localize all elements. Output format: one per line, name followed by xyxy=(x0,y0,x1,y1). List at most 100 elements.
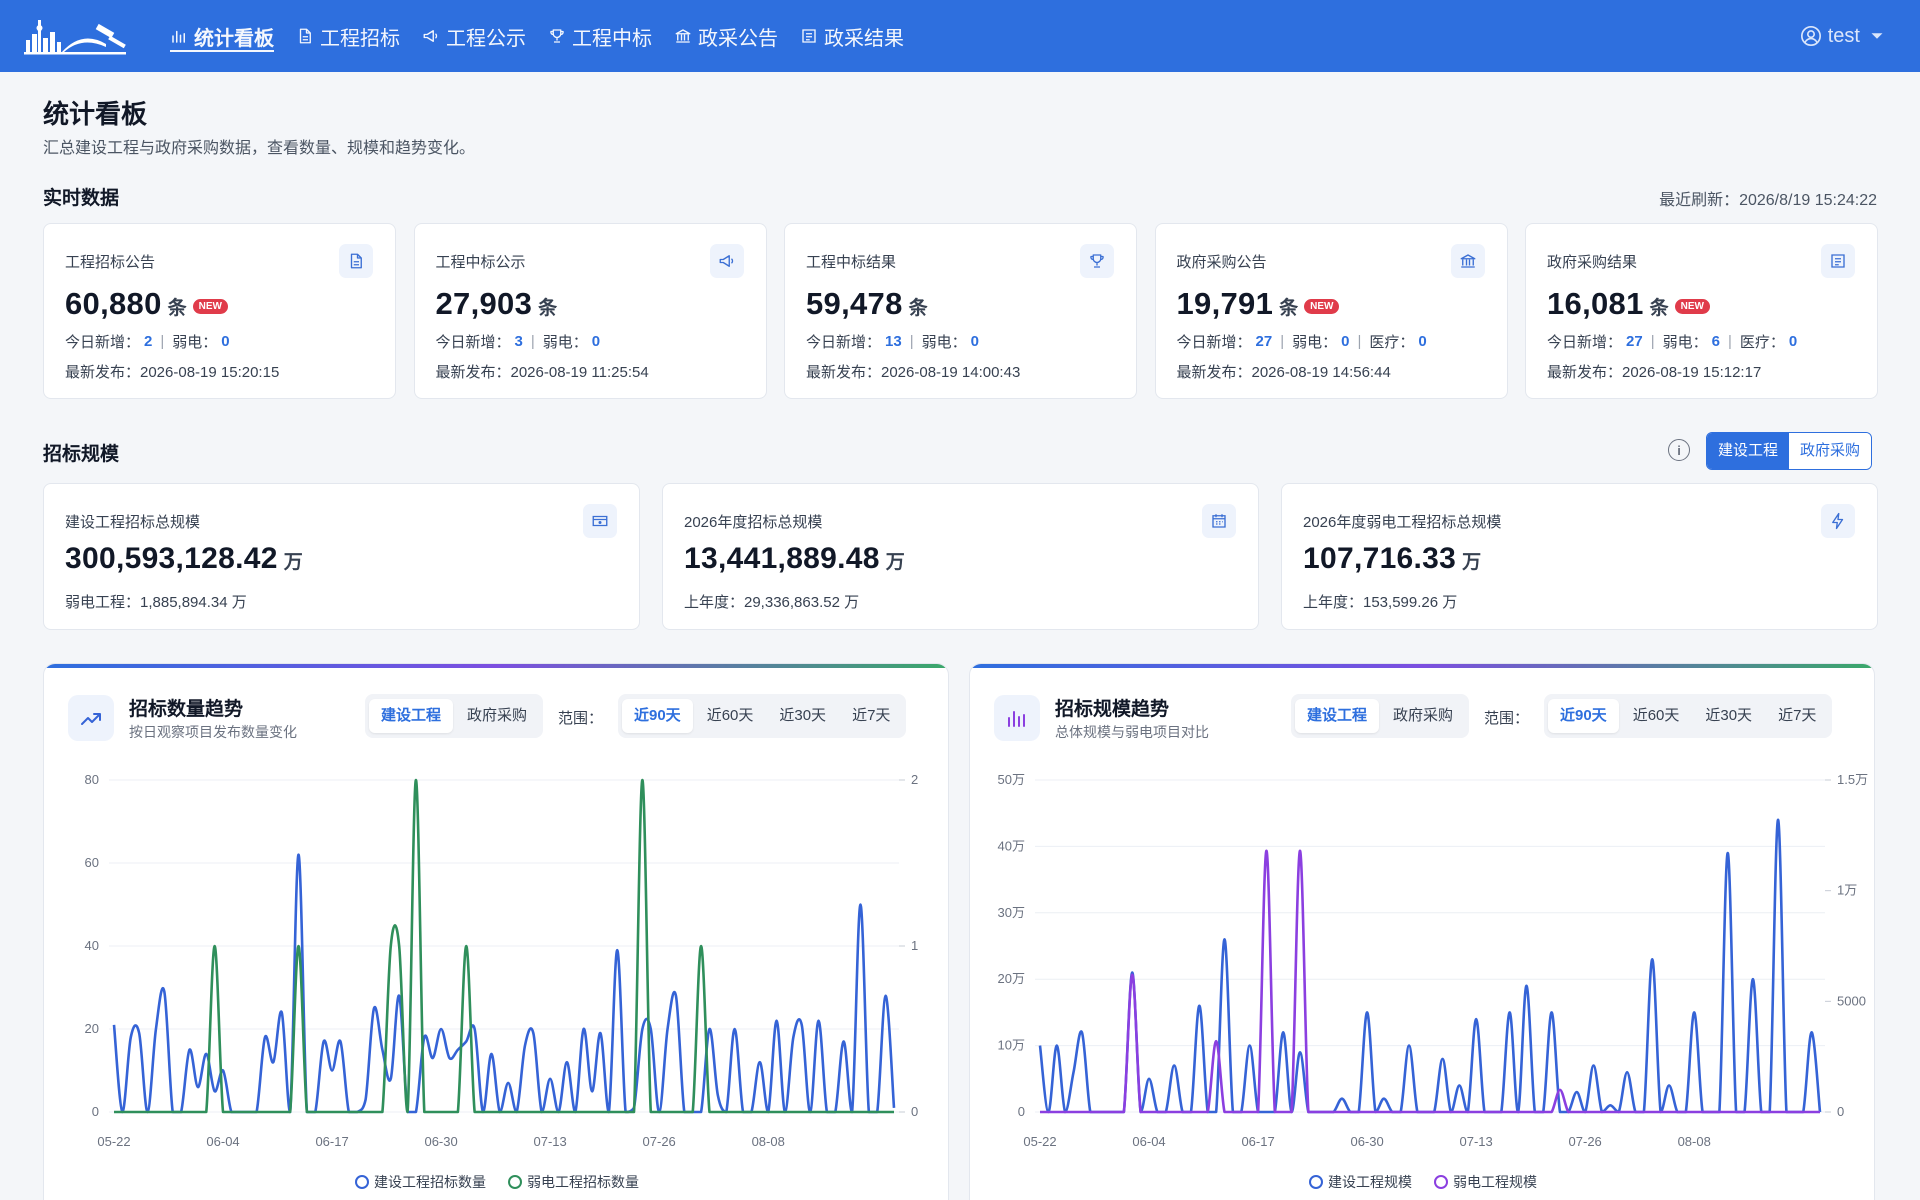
bank-icon[interactable] xyxy=(1450,244,1485,278)
user-avatar-icon xyxy=(1800,26,1821,46)
toggle-construction[interactable]: 建设工程 xyxy=(1707,433,1790,469)
series-line-0[interactable] xyxy=(1038,818,1822,1114)
y-tick-label: 0 xyxy=(92,1104,99,1119)
series-line-1[interactable] xyxy=(1040,849,1820,1114)
nav-item-5[interactable]: 政采结果 xyxy=(800,0,904,72)
trend-up-icon xyxy=(68,695,114,741)
nav-item-3[interactable]: 工程中标 xyxy=(548,0,652,72)
y2-tick-label: 1 xyxy=(911,938,918,953)
bolt-icon[interactable] xyxy=(1821,504,1855,538)
chart-type-option[interactable]: 建设工程 xyxy=(1295,699,1380,733)
range-option[interactable]: 近90天 xyxy=(622,699,693,733)
legend-item[interactable]: 弱电工程招标数量 xyxy=(508,1172,639,1192)
range-option[interactable]: 近60天 xyxy=(1621,699,1692,733)
nav-item-2[interactable]: 工程公示 xyxy=(422,0,526,72)
toggle-procurement[interactable]: 政府采购 xyxy=(1789,433,1872,469)
scale-card-1[interactable]: 2026年度招标总规模 13,441,889.48 万上年度：29,336,863.… xyxy=(662,483,1259,630)
x-tick-label: 06-30 xyxy=(1350,1134,1383,1149)
chart-type-option[interactable]: 政府采购 xyxy=(455,699,539,733)
bar-chart-icon xyxy=(994,695,1040,741)
meta-key: 弱电： xyxy=(172,334,218,351)
y2-tick-label: 0 xyxy=(911,1104,918,1119)
range-option[interactable]: 近7天 xyxy=(840,699,902,733)
stat-card-4[interactable]: 政府采购结果 16,081 条 NEW 今日新增： 27 | 弱电： 6 | 医疗： 0 最新发布：20… xyxy=(1525,223,1878,399)
scale-card-label: 建设工程招标总规模 xyxy=(65,514,201,531)
meta-separator: | xyxy=(1650,333,1655,350)
stat-card-2[interactable]: 工程中标结果 59,478 条今日新增： 13 | 弱电： 0 最新发布：2026-08-19… xyxy=(784,223,1137,399)
y2-tick-label: 2 xyxy=(911,772,918,787)
user-menu[interactable]: test xyxy=(1800,0,1888,72)
meta-value: 0 xyxy=(970,333,979,350)
legend-item[interactable]: 建设工程招标数量 xyxy=(355,1172,486,1192)
meta-value: 2 xyxy=(144,333,153,350)
meta-key: 医疗： xyxy=(1739,334,1785,351)
range-option[interactable]: 近90天 xyxy=(1548,699,1619,733)
range-option[interactable]: 近7天 xyxy=(1766,699,1828,733)
legend-marker xyxy=(355,1175,369,1189)
chart-type-option[interactable]: 政府采购 xyxy=(1381,699,1465,733)
legend-item[interactable]: 弱电工程规模 xyxy=(1434,1172,1537,1192)
nav-item-1[interactable]: 工程招标 xyxy=(296,0,400,72)
nav-item-0[interactable]: 统计看板 xyxy=(170,0,274,72)
y-tick-label: 20 xyxy=(85,1021,99,1036)
scale-card-0[interactable]: 建设工程招标总规模 300,593,128.42 万弱电工程：1,885,894.3… xyxy=(43,483,640,630)
meta-key: 弱电： xyxy=(542,334,588,351)
meta-value: 13 xyxy=(885,333,902,350)
trophy-icon[interactable] xyxy=(1080,244,1114,278)
nav-item-4[interactable]: 政采公告 xyxy=(674,0,778,72)
realtime-section-title: 实时数据 xyxy=(43,188,120,209)
scale-card-number: 13,441,889.48 xyxy=(684,542,880,575)
stat-card-1[interactable]: 工程中标公示 27,903 条今日新增： 3 | 弱电： 0 最新发布：2026-08-19 … xyxy=(413,223,767,399)
range-option[interactable]: 近30天 xyxy=(1693,699,1764,733)
x-tick-label: 07-26 xyxy=(643,1134,676,1149)
chart-type-option[interactable]: 建设工程 xyxy=(369,699,454,733)
scale-card-meta: 上年度：29,336,863.52 万 xyxy=(684,594,860,611)
stat-card-unit: 条 xyxy=(167,298,187,319)
new-badge: NEW xyxy=(1304,299,1340,314)
chart-subtitle: 按日观察项目发布数量变化 xyxy=(129,724,297,740)
chart-legend: 建设工程规模 弱电工程规模 xyxy=(970,1172,1874,1192)
stat-card-label: 政府采购结果 xyxy=(1547,254,1638,271)
legend-label: 弱电工程招标数量 xyxy=(527,1174,639,1190)
meta-value: 0 xyxy=(591,333,601,350)
stat-card-3[interactable]: 政府采购公告 19,791 条 NEW 今日新增： 27 | 弱电： 0 | 医疗： 0 最新发布：20… xyxy=(1154,223,1508,399)
line-chart: 0 20 40 60 80 0 1 2 05-22 06-04 06-17 06-30 07-13 07-… xyxy=(85,772,919,1149)
legend-item[interactable]: 建设工程规模 xyxy=(1309,1172,1412,1192)
nav-item-label: 工程公示 xyxy=(446,27,526,50)
range-option[interactable]: 近30天 xyxy=(767,699,838,733)
stat-card-unit: 条 xyxy=(1649,298,1669,319)
page-title: 统计看板 xyxy=(43,99,148,129)
range-label: 范围： xyxy=(558,710,604,727)
document-icon[interactable] xyxy=(339,244,373,278)
meta-key: 弱电： xyxy=(921,334,967,351)
range-option[interactable]: 近60天 xyxy=(695,699,766,733)
chart-panel-0: 招标数量趋势 按日观察项目发布数量变化 建设工程 政府采购 范围： 近90天 近60天 近30… xyxy=(43,663,949,1200)
stat-card-meta: 今日新增： 13 | 弱电： 0 xyxy=(806,331,979,352)
document-icon xyxy=(296,27,314,45)
calendar-icon[interactable] xyxy=(1202,504,1236,538)
x-tick-label: 06-17 xyxy=(1241,1134,1274,1149)
meta-key: 弱电： xyxy=(1662,334,1708,351)
money-icon[interactable] xyxy=(583,504,617,538)
meta-value: 0 xyxy=(1418,333,1427,350)
scale-card-unit: 万 xyxy=(885,552,905,573)
series-line-0[interactable] xyxy=(112,853,896,1114)
stat-card-label: 工程中标公示 xyxy=(435,254,526,271)
y2-tick-label: 1万 xyxy=(1837,883,1857,898)
stat-card-label: 工程招标公告 xyxy=(65,254,156,271)
new-badge: NEW xyxy=(1674,299,1710,314)
nav-item-label: 统计看板 xyxy=(194,27,274,50)
info-icon[interactable]: i xyxy=(1668,439,1690,461)
y2-tick-label: 5000 xyxy=(1837,993,1866,1008)
nav-item-label: 工程中标 xyxy=(572,27,652,50)
megaphone-icon[interactable] xyxy=(709,244,744,278)
stat-card-0[interactable]: 工程招标公告 60,880 条 NEW 今日新增： 2 | 弱电： 0 最新发布：2026-08-… xyxy=(43,223,396,399)
chart-type-switch: 建设工程 政府采购 xyxy=(365,694,544,738)
meta-value: 3 xyxy=(514,333,523,350)
legend-label: 弱电工程规模 xyxy=(1453,1174,1537,1190)
nav-item-label: 政采结果 xyxy=(824,27,904,50)
meta-value: 0 xyxy=(1788,333,1798,350)
city-gavel-logo[interactable] xyxy=(22,14,130,58)
list-icon[interactable] xyxy=(1821,244,1855,278)
scale-card-2[interactable]: 2026年度弱电工程招标总规模 107,716.33 万上年度：153,599.26… xyxy=(1281,483,1878,630)
